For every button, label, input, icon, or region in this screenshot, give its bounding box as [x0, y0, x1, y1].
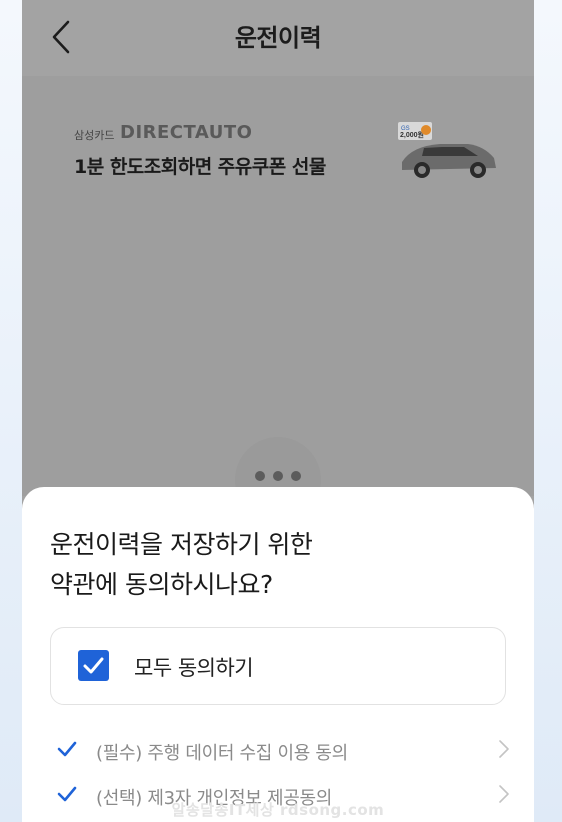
agree-all-label: 모두 동의하기: [134, 656, 254, 680]
dot-icon: [255, 471, 265, 481]
app-screen: 운전이력 삼성카드 DIRECTAUTO 1분 한도조회하면 주유쿠폰 선물 G…: [22, 0, 534, 822]
sheet-title-line1: 운전이력을 저장하기 위한: [50, 530, 313, 559]
car-image: GS 2,000원: [398, 122, 496, 178]
consent-bottom-sheet: 운전이력을 저장하기 위한 약관에 동의하시나요? 모두 동의하기 (필수) 주…: [22, 487, 534, 822]
sheet-title-line2: 약관에 동의하시나요?: [50, 570, 273, 599]
chevron-right-icon[interactable]: [498, 737, 510, 761]
term-label: (필수) 주행 데이터 수집 이용 동의: [96, 743, 348, 764]
watermark: 알송달송IT세상 rdsong.com: [171, 801, 385, 819]
ad-banner[interactable]: 삼성카드 DIRECTAUTO 1분 한도조회하면 주유쿠폰 선물 GS 2,0…: [74, 122, 496, 192]
coupon-label: 2,000원: [400, 130, 424, 139]
header: 운전이력: [22, 0, 534, 76]
term-item-required[interactable]: (필수) 주행 데이터 수집 이용 동의: [50, 733, 512, 767]
checkbox-checked-icon[interactable]: [78, 650, 109, 681]
banner-text: 1분 한도조회하면 주유쿠폰 선물: [74, 156, 326, 178]
sheet-title: 운전이력을 저장하기 위한 약관에 동의하시나요?: [50, 525, 313, 605]
banner-brand: 삼성카드: [74, 129, 115, 142]
page-title: 운전이력: [234, 24, 322, 52]
agree-all-option[interactable]: 모두 동의하기: [50, 627, 506, 705]
dot-icon: [291, 471, 301, 481]
check-icon: [57, 741, 77, 757]
dot-icon: [273, 471, 283, 481]
background-left: [0, 0, 22, 822]
background-right: [534, 0, 562, 822]
banner-logo: DIRECTAUTO: [120, 122, 253, 143]
